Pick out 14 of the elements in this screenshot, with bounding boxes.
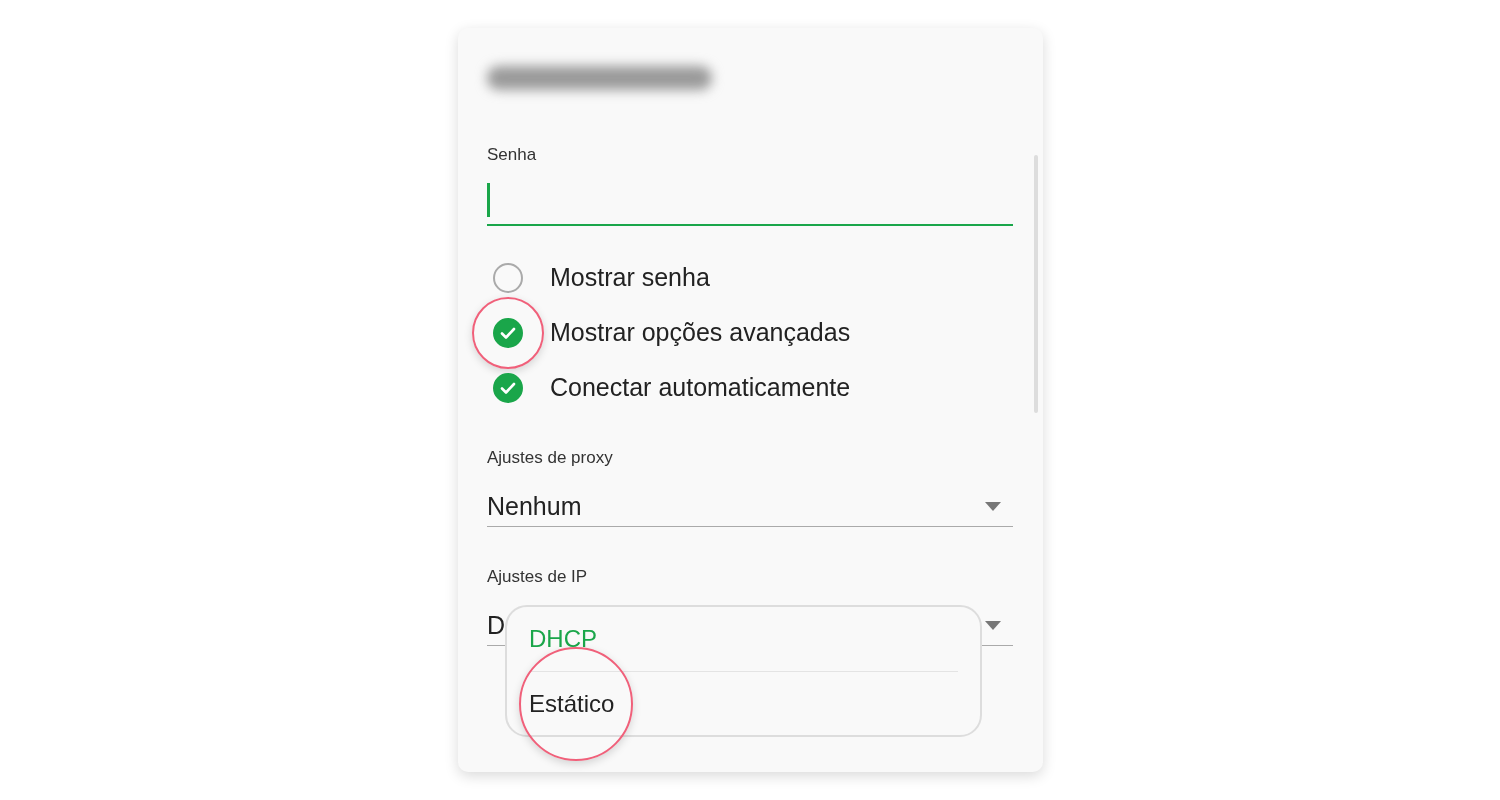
proxy-dropdown[interactable]: Nenhum xyxy=(487,486,1013,527)
checkbox[interactable] xyxy=(493,317,523,348)
field-label: Senha xyxy=(487,145,538,165)
caret-icon xyxy=(985,620,1001,630)
text-cursor xyxy=(487,183,490,217)
menu-item[interactable]: Estático xyxy=(529,690,615,718)
caret-icon xyxy=(985,501,1001,511)
field-label: Ajustes de IP xyxy=(487,567,589,587)
option-label: Mostrar opções avançadas xyxy=(550,318,851,347)
checkbox[interactable] xyxy=(493,372,523,403)
option-label: Conectar automaticamente xyxy=(550,373,851,402)
field-label: Ajustes de proxy xyxy=(487,448,614,468)
option-label: Mostrar senha xyxy=(550,263,710,292)
checkbox[interactable] xyxy=(493,262,523,293)
